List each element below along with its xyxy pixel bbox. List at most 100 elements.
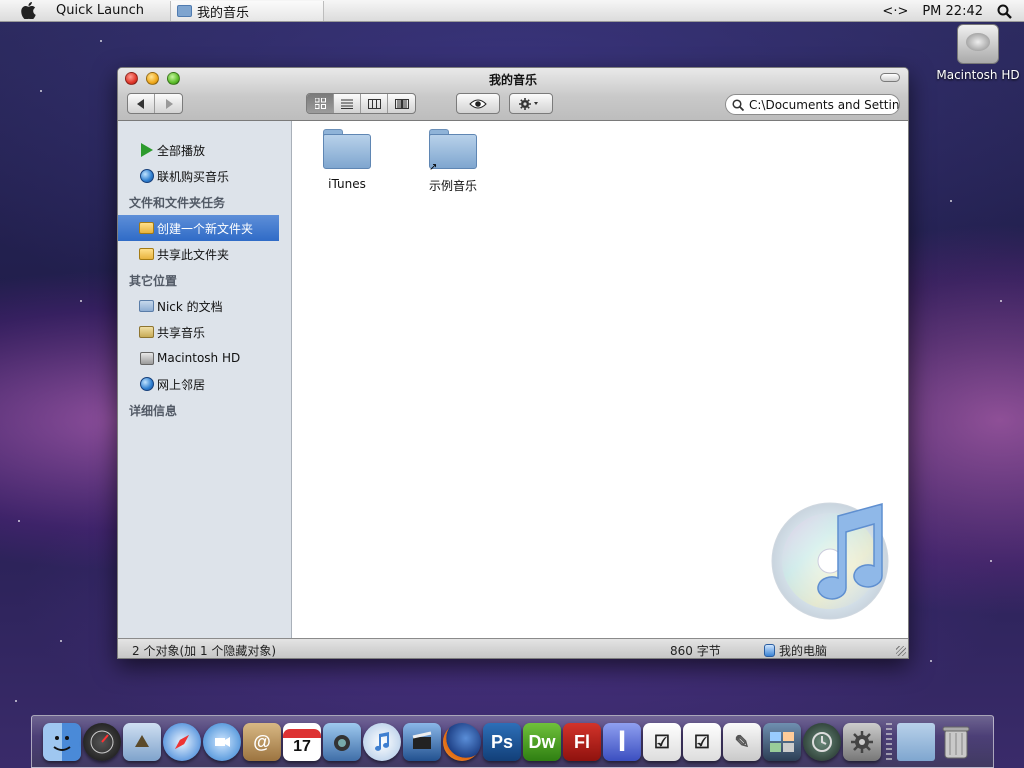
folder-icon (323, 129, 371, 169)
globe-icon (139, 169, 154, 183)
todo2-icon[interactable]: ☑ (683, 723, 721, 761)
itunes-icon[interactable] (363, 723, 401, 761)
new-folder-icon (139, 221, 154, 235)
cover-flow-button[interactable] (388, 94, 415, 113)
file-item-itunes[interactable]: iTunes (302, 129, 392, 191)
shortcut-arrow-icon: ↗ (429, 162, 438, 173)
sidebar-item-share-folder[interactable]: 共享此文件夹 (118, 241, 291, 267)
hard-drive-icon (139, 351, 154, 365)
network-icon (139, 377, 154, 391)
textedit-icon[interactable]: I (603, 723, 641, 761)
sidebar-item-label: 创建一个新文件夹 (157, 221, 254, 236)
time-machine-icon[interactable] (803, 723, 841, 761)
active-window-label: 我的音乐 (197, 5, 250, 21)
desktop-hard-drive[interactable]: Macintosh HD (936, 24, 1020, 82)
action-menu-group (509, 93, 553, 114)
apple-icon (20, 2, 36, 19)
action-menu-button[interactable] (510, 94, 552, 113)
back-arrow-icon (137, 98, 144, 109)
sidebar-item-shared-music[interactable]: 共享音乐 (118, 319, 291, 345)
back-button[interactable] (128, 94, 155, 113)
dock-separator (886, 723, 892, 761)
desktop-hard-drive-label: Macintosh HD (936, 68, 1020, 82)
firefox-icon[interactable] (443, 723, 481, 761)
app-name-menu[interactable]: Quick Launch (56, 3, 144, 18)
sidebar-section-file-tasks[interactable]: 文件和文件夹任务 (118, 189, 291, 215)
sidebar-item-buy-music[interactable]: 联机购买音乐 (118, 163, 291, 189)
iphoto-icon[interactable] (323, 723, 361, 761)
photoshop-label: Ps (490, 731, 514, 752)
file-item-sample-music[interactable]: ↗ 示例音乐 (408, 129, 498, 194)
sidebar-item-label: 网上邻居 (157, 377, 206, 392)
spotlight-search-icon[interactable] (997, 4, 1012, 19)
sidebar-item-nick-documents[interactable]: Nick 的文档 (118, 293, 291, 319)
finder-icon[interactable] (43, 723, 81, 761)
status-object-count: 2 个对象(加 1 个隐藏对象) (132, 644, 277, 658)
flash-icon[interactable]: Fl (563, 723, 601, 761)
preview-icon[interactable]: ✎ (723, 723, 761, 761)
photoshop-icon[interactable]: Ps (483, 723, 521, 761)
dreamweaver-icon[interactable]: Dw (523, 723, 561, 761)
finder-face (53, 736, 71, 751)
window-toolbar[interactable]: 我的音乐 (118, 68, 908, 121)
dashboard-icon[interactable] (83, 723, 121, 761)
documents-folder-icon (139, 299, 154, 313)
shared-music-folder-icon (139, 325, 154, 339)
sidebar-section-details[interactable]: 详细信息 (118, 397, 291, 423)
documents-stack-icon[interactable] (897, 723, 935, 761)
file-item-label: iTunes (328, 177, 366, 191)
forward-button[interactable] (155, 94, 182, 113)
eye-icon (469, 99, 487, 108)
sidebar-item-label: 共享音乐 (157, 325, 206, 340)
dock: @ 17 Ps Dw Fl I ☑ ☑ ✎ (31, 715, 994, 768)
gear-icon (519, 97, 538, 110)
ichat-icon[interactable] (203, 723, 241, 761)
nav-arrows-icon[interactable]: <·> (882, 4, 908, 19)
cover-flow-icon (394, 98, 409, 109)
window-title: 我的音乐 (488, 73, 537, 87)
status-bar: 2 个对象(加 1 个隐藏对象) 860 字节 我的电脑 (118, 638, 908, 658)
address-book-icon[interactable]: @ (243, 723, 281, 761)
itunes-watermark-icon (771, 502, 889, 620)
dreamweaver-label: Dw (528, 731, 556, 752)
sidebar-item-label: 共享此文件夹 (157, 247, 230, 262)
sidebar-item-label: Macintosh HD (157, 351, 241, 365)
sidebar-item-label: 全部播放 (157, 143, 206, 158)
icon-view-button[interactable] (307, 94, 334, 113)
sidebar-item-network[interactable]: 网上邻居 (118, 371, 291, 397)
file-area[interactable]: iTunes ↗ 示例音乐 (292, 121, 908, 638)
sidebar-item-macintosh-hd[interactable]: Macintosh HD (118, 345, 291, 371)
safari-icon[interactable] (163, 723, 201, 761)
status-location: 我的电脑 (764, 642, 827, 658)
finder-window: 我的音乐 C:\Documents and Settings\Nick\My D… (117, 67, 909, 659)
ical-icon[interactable]: 17 (283, 723, 321, 761)
quick-look-button[interactable] (457, 94, 499, 113)
resize-grip[interactable] (896, 646, 906, 656)
list-view-icon (341, 99, 353, 109)
clock[interactable]: PM 22:42 (922, 4, 983, 19)
folder-shortcut-icon: ↗ (429, 129, 477, 173)
sidebar-section-other-places[interactable]: 其它位置 (118, 267, 291, 293)
my-computer-icon (764, 644, 775, 657)
column-view-button[interactable] (361, 94, 388, 113)
search-input[interactable] (749, 97, 899, 112)
sidebar-item-play-all[interactable]: 全部播放 (118, 137, 291, 163)
imovie-icon[interactable] (403, 723, 441, 761)
system-preferences-icon[interactable] (843, 723, 881, 761)
search-field[interactable] (725, 94, 900, 115)
column-view-icon (367, 98, 381, 109)
toolbar-toggle-button[interactable] (880, 73, 900, 82)
list-view-button[interactable] (334, 94, 361, 113)
active-window-tab[interactable]: 我的音乐 (170, 1, 324, 21)
mail-icon[interactable] (123, 723, 161, 761)
apple-menu[interactable] (0, 2, 56, 19)
music-folder-icon (177, 5, 192, 17)
sidebar-item-new-folder[interactable]: 创建一个新文件夹 (118, 215, 279, 241)
trash-icon[interactable] (937, 723, 975, 761)
todo-icon[interactable]: ☑ (643, 723, 681, 761)
forward-arrow-icon (165, 98, 173, 109)
navigation-buttons (127, 93, 183, 114)
spaces-icon[interactable] (763, 723, 801, 761)
play-icon (139, 143, 154, 157)
view-mode-buttons (306, 93, 416, 114)
